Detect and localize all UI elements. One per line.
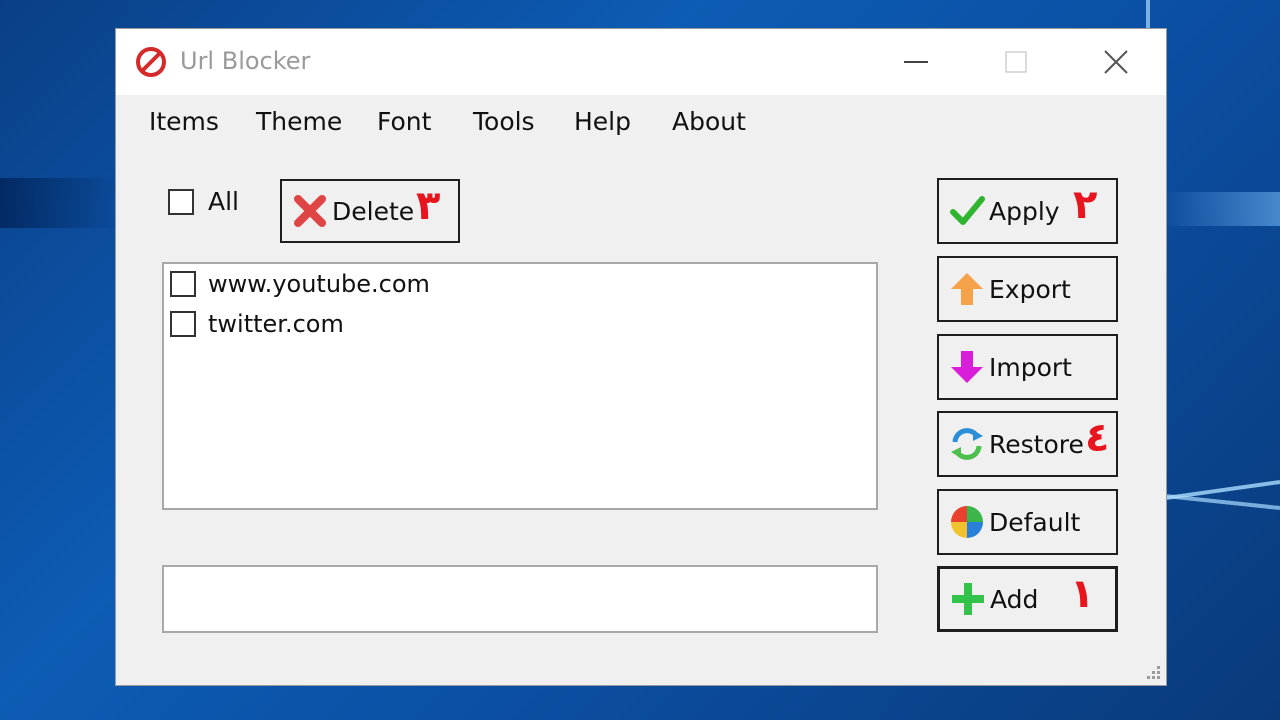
check-icon — [947, 191, 987, 231]
import-label: Import — [989, 352, 1072, 382]
delete-label: Delete — [332, 196, 415, 226]
list-item-checkbox[interactable] — [170, 271, 196, 297]
list-item-url: www.youtube.com — [208, 270, 430, 298]
apply-label: Apply — [989, 196, 1060, 226]
select-all-checkbox[interactable] — [168, 188, 194, 215]
menu-help[interactable]: Help — [574, 107, 631, 136]
delete-annotation-number: ٣ — [416, 183, 441, 229]
menu-about[interactable]: About — [672, 107, 746, 136]
menu-tools[interactable]: Tools — [473, 107, 535, 136]
maximize-button[interactable] — [986, 39, 1046, 85]
import-button[interactable]: Import — [937, 334, 1118, 400]
default-label: Default — [989, 507, 1081, 537]
arrow-down-icon — [947, 347, 987, 387]
select-all-label: All — [208, 187, 239, 216]
apply-annotation-number: ٢ — [1073, 182, 1098, 228]
menu-bar: Items Theme Font Tools Help About — [116, 95, 1166, 149]
color-wheel-icon — [947, 502, 987, 542]
add-annotation-number: ١ — [1070, 571, 1095, 617]
restore-button[interactable]: Restore ٤ — [937, 411, 1118, 477]
list-item[interactable]: www.youtube.com — [170, 270, 430, 298]
list-item-url: twitter.com — [208, 310, 344, 338]
list-item-checkbox[interactable] — [170, 311, 196, 337]
delete-x-icon — [290, 191, 330, 231]
select-all[interactable]: All — [168, 187, 239, 216]
title-bar[interactable]: Url Blocker — [116, 29, 1166, 95]
add-button[interactable]: Add ١ — [937, 566, 1118, 632]
restore-label: Restore — [989, 429, 1084, 459]
refresh-icon — [947, 424, 987, 464]
close-icon — [1104, 50, 1128, 74]
url-blocker-window: Url Blocker Items Theme Font Tools Help … — [115, 28, 1167, 686]
minimize-button[interactable] — [886, 39, 946, 85]
add-label: Add — [990, 584, 1039, 614]
delete-button[interactable]: Delete ٣ — [280, 179, 460, 243]
default-button[interactable]: Default — [937, 489, 1118, 555]
restore-annotation-number: ٤ — [1085, 415, 1110, 461]
menu-items[interactable]: Items — [149, 107, 219, 136]
url-input[interactable] — [162, 565, 878, 633]
plus-icon — [948, 579, 988, 619]
maximize-icon — [1005, 51, 1027, 73]
window-title: Url Blocker — [180, 47, 311, 75]
menu-font[interactable]: Font — [377, 107, 431, 136]
menu-theme[interactable]: Theme — [256, 107, 342, 136]
list-item[interactable]: twitter.com — [170, 310, 344, 338]
url-list[interactable]: www.youtube.com twitter.com — [162, 262, 878, 510]
minimize-icon — [904, 61, 928, 63]
block-icon — [136, 47, 166, 77]
arrow-up-icon — [947, 269, 987, 309]
apply-button[interactable]: Apply ٢ — [937, 178, 1118, 244]
resize-grip-icon[interactable] — [1144, 663, 1162, 681]
export-button[interactable]: Export — [937, 256, 1118, 322]
close-button[interactable] — [1086, 39, 1146, 85]
export-label: Export — [989, 274, 1071, 304]
